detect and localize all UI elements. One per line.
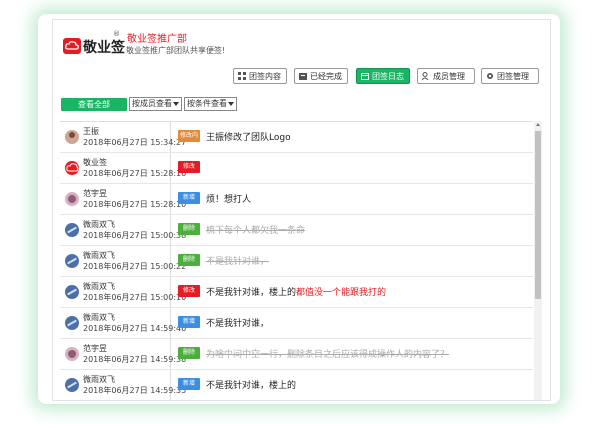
tab-label: 团签内容 xyxy=(249,72,281,81)
log-content: 烦！想打人 xyxy=(206,195,252,205)
team-description: 敬业签推广部团队共享便签! xyxy=(126,46,226,55)
timestamp: 2018年06月27日 14:59:46 xyxy=(83,324,187,333)
log-row[interactable]: 微雨双飞 2018年06月27日 14:59:46 新增 不是我针对谁， xyxy=(60,308,533,339)
user-name: 微雨双飞 xyxy=(83,251,115,260)
user-name: 微雨双飞 xyxy=(83,313,115,322)
header: 敬业签 ® 敬业签推广部 敬业签推广部团队共享便签! 团签内容 已经完成 团签日… xyxy=(53,20,550,110)
users-icon xyxy=(422,72,429,80)
avatar xyxy=(65,161,79,175)
tab-team-content[interactable]: 团签内容 xyxy=(233,68,287,84)
chevron-down-icon xyxy=(173,102,179,106)
action-badge: 新增 xyxy=(178,316,200,328)
timestamp: 2018年06月27日 15:28:16 xyxy=(83,169,187,178)
scrollbar-thumb[interactable] xyxy=(535,131,541,299)
user-name: 微雨双飞 xyxy=(83,282,115,291)
team-log-panel: 敬业签 ® 敬业签推广部 敬业签推广部团队共享便签! 团签内容 已经完成 团签日… xyxy=(52,19,551,401)
view-all-button[interactable]: 查看全部 xyxy=(61,98,127,111)
timestamp: 2018年06月27日 15:28:10 xyxy=(83,200,187,209)
action-badge: 删除 xyxy=(178,254,200,266)
avatar xyxy=(65,192,79,206)
tab-member-management[interactable]: 成员管理 xyxy=(417,68,475,84)
row-meta: 范宇昱 2018年06月27日 14:59:38 xyxy=(60,339,186,369)
log-content: 不是我针对谁，楼上的都值没一个能跟我打的 xyxy=(206,285,386,298)
log-row[interactable]: 微雨双飞 2018年06月27日 15:00:22 删除 不是我针对谁， xyxy=(60,246,533,277)
log-content: 不是我针对谁， xyxy=(206,319,270,329)
log-row[interactable]: 微雨双飞 2018年06月27日 15:00:10 修改 不是我针对谁，楼上的都… xyxy=(60,277,533,308)
action-badge: 删除 xyxy=(178,223,200,235)
user-name: 范宇昱 xyxy=(83,189,107,198)
brand-name: 敬业签 xyxy=(83,40,125,56)
tab-team-management[interactable]: 团签管理 xyxy=(481,68,539,84)
row-meta: 王振 2018年06月27日 15:34:27 xyxy=(60,122,186,152)
member-filter-select[interactable]: 按成员查看 xyxy=(129,97,182,111)
tab-label: 成员管理 xyxy=(433,72,465,81)
log-content: 为啥中间中空一行，删除条目之后应该得成操作人的内容了？ xyxy=(206,350,450,360)
action-badge: 修改 xyxy=(178,285,200,297)
avatar xyxy=(65,223,79,237)
action-badge: 修改内容 xyxy=(178,130,200,151)
log-row[interactable]: 范宇昱 2018年06月27日 15:28:10 新增 烦！想打人 xyxy=(60,184,533,215)
calendar-icon xyxy=(361,73,369,80)
log-row[interactable]: 敬业签 2018年06月27日 15:28:16 修改 xyxy=(60,153,533,184)
timestamp: 2018年06月27日 15:00:22 xyxy=(83,262,187,271)
tab-label: 团签日志 xyxy=(372,72,404,81)
gear-icon xyxy=(487,73,493,79)
content-highlight: 都值没一个能跟我打的 xyxy=(296,288,387,298)
action-badge: 新增 xyxy=(178,192,200,204)
row-meta: 微雨双飞 2018年06月27日 14:59:46 xyxy=(60,308,186,338)
avatar xyxy=(65,254,79,268)
team-name: 敬业签推广部 xyxy=(127,34,187,45)
avatar xyxy=(65,378,79,392)
log-row[interactable]: 微雨双飞 2018年06月27日 15:00:38 删除 梳下每个人都欠我一条命 xyxy=(60,215,533,246)
archive-icon xyxy=(299,73,307,80)
user-name: 范宇昱 xyxy=(83,344,107,353)
chevron-down-icon xyxy=(228,102,234,106)
avatar xyxy=(65,347,79,361)
select-value: 按成员查看 xyxy=(132,99,172,108)
condition-filter-select[interactable]: 按条件查看 xyxy=(184,97,237,111)
row-meta: 范宇昱 2018年06月27日 15:28:10 xyxy=(60,184,186,214)
vertical-scrollbar[interactable] xyxy=(534,121,542,400)
log-content: 梳下每个人都欠我一条命 xyxy=(206,226,306,236)
log-row[interactable]: 范宇昱 2018年06月27日 14:59:38 删除 为啥中间中空一行，删除条… xyxy=(60,339,533,370)
user-name: 微雨双飞 xyxy=(83,375,115,384)
log-row[interactable]: 王振 2018年06月27日 15:34:27 修改内容 王振修改了团队Logo xyxy=(60,122,533,153)
tab-completed[interactable]: 已经完成 xyxy=(294,68,348,84)
action-badge: 删除 xyxy=(178,347,200,359)
log-row[interactable]: 微雨双飞 2018年06月27日 14:59:35 新增 不是我针对谁，楼上的 xyxy=(60,370,533,400)
content-text: 不是我针对谁，楼上的 xyxy=(206,288,297,298)
log-content: 王振修改了团队Logo xyxy=(206,133,291,143)
registered-mark: ® xyxy=(113,30,120,38)
timestamp: 2018年06月27日 14:59:35 xyxy=(83,386,187,395)
row-meta: 微雨双飞 2018年06月27日 15:00:22 xyxy=(60,246,186,276)
action-badge: 新增 xyxy=(178,378,200,390)
user-name: 敬业签 xyxy=(83,158,107,167)
tab-label: 已经完成 xyxy=(310,72,342,81)
timestamp: 2018年06月27日 14:59:38 xyxy=(83,355,187,364)
avatar xyxy=(65,316,79,330)
row-meta: 微雨双飞 2018年06月27日 15:00:10 xyxy=(60,277,186,307)
row-meta: 敬业签 2018年06月27日 15:28:16 xyxy=(60,153,186,183)
user-name: 王振 xyxy=(83,127,99,136)
avatar xyxy=(65,285,79,299)
tab-label: 团签管理 xyxy=(497,72,529,81)
timestamp: 2018年06月27日 15:00:38 xyxy=(83,231,187,240)
select-value: 按条件查看 xyxy=(187,99,227,108)
scroll-up-icon[interactable] xyxy=(536,123,540,126)
log-content: 不是我针对谁， xyxy=(206,257,270,267)
row-meta: 微雨双飞 2018年06月27日 15:00:38 xyxy=(60,215,186,245)
cloud-logo-icon xyxy=(63,38,81,54)
log-list: 王振 2018年06月27日 15:34:27 修改内容 王振修改了团队Logo… xyxy=(60,121,533,400)
log-content: 不是我针对谁，楼上的 xyxy=(206,381,297,391)
row-meta: 微雨双飞 2018年06月27日 14:59:35 xyxy=(60,370,186,400)
action-badge: 修改 xyxy=(178,161,200,173)
grid-icon xyxy=(238,72,246,80)
timestamp: 2018年06月27日 15:00:10 xyxy=(83,293,187,302)
avatar xyxy=(65,130,79,144)
timestamp: 2018年06月27日 15:34:27 xyxy=(83,138,187,147)
tab-team-log[interactable]: 团签日志 xyxy=(356,68,410,84)
user-name: 微雨双飞 xyxy=(83,220,115,229)
